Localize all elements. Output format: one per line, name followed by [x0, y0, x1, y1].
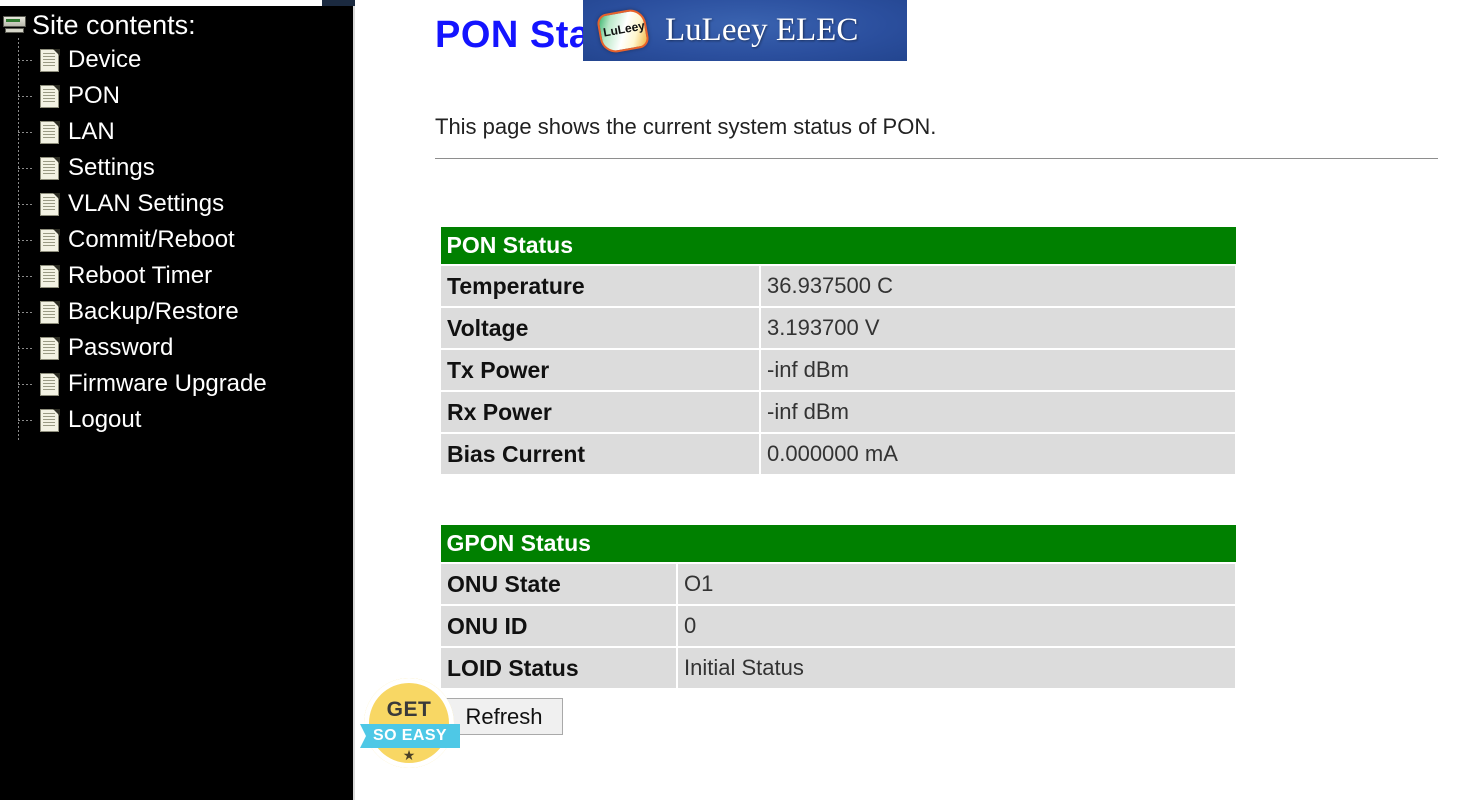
row-value: -inf dBm [759, 390, 1237, 434]
sidebar-items: Device PON LAN Settings VLAN Settings Co… [0, 38, 353, 442]
document-icon [40, 120, 60, 144]
table-row: Bias Current 0.000000 mA [439, 432, 1237, 476]
document-icon [40, 228, 60, 252]
sidebar-item-vlan-settings[interactable]: VLAN Settings [16, 186, 353, 222]
tree-elbow-line [18, 60, 32, 61]
watermark-badge: GET SO EASY ★ [360, 678, 460, 770]
document-icon [40, 264, 60, 288]
row-key: ONU ID [439, 604, 678, 648]
watermark-banner-text: LuLeey ELEC [665, 12, 859, 48]
tree-elbow-line [18, 168, 32, 169]
sidebar-item-label: Logout [68, 406, 142, 433]
document-icon [40, 156, 60, 180]
badge-ribbon-text: SO EASY [360, 724, 460, 748]
row-value: 0 [675, 604, 1238, 648]
document-icon [40, 300, 60, 324]
sidebar-item-lan[interactable]: LAN [16, 114, 353, 150]
sidebar-item-label: Commit/Reboot [68, 226, 235, 253]
sidebar: Site contents: Device PON LAN Settings V… [0, 6, 355, 800]
star-icon: ★ [402, 747, 416, 763]
pon-status-header: PON Status [439, 226, 1237, 266]
refresh-button[interactable]: Refresh [445, 698, 563, 735]
sidebar-item-commit-reboot[interactable]: Commit/Reboot [16, 222, 353, 258]
sidebar-item-label: Device [68, 46, 142, 73]
table-row: Tx Power -inf dBm [439, 348, 1237, 392]
tree-elbow-line [18, 384, 32, 385]
row-key: LOID Status [439, 646, 678, 690]
watermark-banner: LuLeey LuLeey ELEC [583, 0, 907, 61]
row-value: O1 [675, 562, 1238, 606]
row-key: Voltage [439, 306, 761, 350]
table-row: Temperature 36.937500 C [439, 264, 1237, 308]
tree-elbow-line [18, 132, 32, 133]
tree-elbow-line [18, 312, 32, 313]
tree-elbow-line [18, 348, 32, 349]
row-key: Bias Current [439, 432, 761, 476]
sidebar-item-label: PON [68, 82, 121, 109]
document-icon [40, 408, 60, 432]
monitor-icon [2, 16, 28, 34]
sidebar-root-label: Site contents: [32, 10, 196, 40]
tree-elbow-line [18, 420, 32, 421]
document-icon [40, 336, 60, 360]
document-icon [40, 84, 60, 108]
row-value: Initial Status [675, 646, 1238, 690]
gpon-status-header: GPON Status [439, 524, 1237, 564]
main-content: PON Status This page shows the current s… [357, 0, 1464, 800]
page-description: This page shows the current system statu… [435, 114, 937, 139]
gpon-status-table: GPON Status ONU State O1 ONU ID 0 LOID S… [439, 524, 1238, 690]
sidebar-item-firmware-upgrade[interactable]: Firmware Upgrade [16, 366, 353, 402]
document-icon [40, 192, 60, 216]
sidebar-item-label: Firmware Upgrade [68, 370, 267, 397]
row-value: 3.193700 V [759, 306, 1237, 350]
sidebar-item-reboot-timer[interactable]: Reboot Timer [16, 258, 353, 294]
sidebar-item-label: Backup/Restore [68, 298, 239, 325]
sidebar-item-logout[interactable]: Logout [16, 402, 353, 438]
pon-status-table: PON Status Temperature 36.937500 C Volta… [439, 226, 1237, 476]
sidebar-item-pon[interactable]: PON [16, 78, 353, 114]
luleey-logo-icon: LuLeey [595, 6, 655, 55]
row-key: ONU State [439, 562, 678, 606]
table-header-row: PON Status [439, 226, 1237, 266]
sidebar-item-label: Reboot Timer [68, 262, 213, 289]
row-key: Rx Power [439, 390, 761, 434]
tree-elbow-line [18, 276, 32, 277]
table-row: LOID Status Initial Status [439, 646, 1238, 690]
row-value: 0.000000 mA [759, 432, 1237, 476]
table-row: Voltage 3.193700 V [439, 306, 1237, 350]
sidebar-root: Site contents: [0, 8, 353, 42]
sidebar-item-device[interactable]: Device [16, 42, 353, 78]
header-divider [435, 158, 1438, 159]
sidebar-item-label: Password [68, 334, 174, 361]
table-row: ONU State O1 [439, 562, 1238, 606]
row-key: Tx Power [439, 348, 761, 392]
sidebar-item-password[interactable]: Password [16, 330, 353, 366]
sidebar-item-settings[interactable]: Settings [16, 150, 353, 186]
sidebar-item-label: VLAN Settings [68, 190, 225, 217]
app-root: Site contents: Device PON LAN Settings V… [0, 0, 1464, 800]
sidebar-item-label: Settings [68, 154, 155, 181]
document-icon [40, 372, 60, 396]
tree-elbow-line [18, 240, 32, 241]
table-row: Rx Power -inf dBm [439, 390, 1237, 434]
row-value: 36.937500 C [759, 264, 1237, 308]
tree-elbow-line [18, 204, 32, 205]
document-icon [40, 48, 60, 72]
tree-elbow-line [18, 96, 32, 97]
row-key: Temperature [439, 264, 761, 308]
row-value: -inf dBm [759, 348, 1237, 392]
badge-top-text: GET [386, 698, 432, 721]
sidebar-item-backup-restore[interactable]: Backup/Restore [16, 294, 353, 330]
sidebar-item-label: LAN [68, 118, 115, 145]
table-row: ONU ID 0 [439, 604, 1238, 648]
table-header-row: GPON Status [439, 524, 1237, 564]
